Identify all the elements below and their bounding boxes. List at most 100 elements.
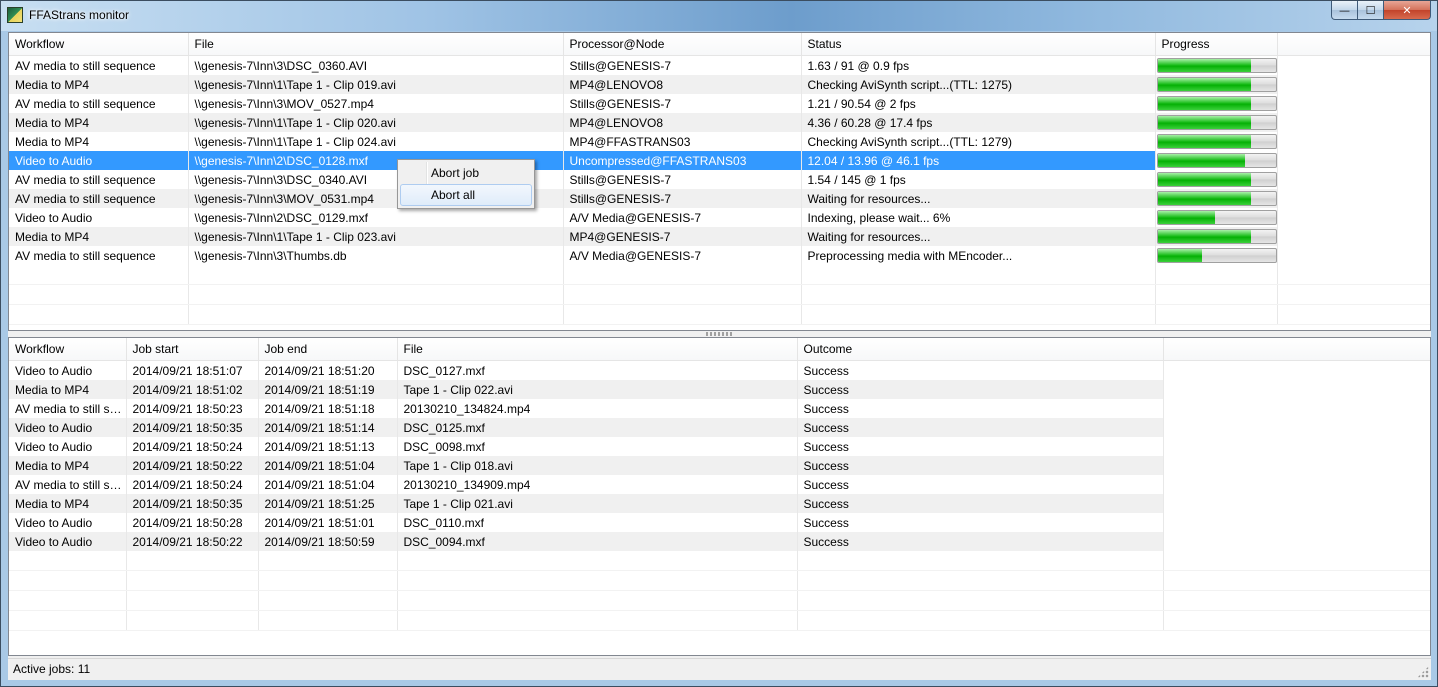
empty-cell	[258, 551, 398, 571]
title-bar[interactable]: FFAStrans monitor — ☐ ✕	[1, 1, 1437, 31]
menu-item-abort-all[interactable]: Abort all	[400, 184, 532, 206]
outcome-cell: Success	[797, 437, 1164, 456]
job-start-cell: 2014/09/21 18:50:22	[126, 456, 259, 475]
job-row[interactable]: AV media to still sequence \\genesis-7\In…	[9, 55, 1430, 75]
history-row[interactable]: AV media to still se... 2014/09/21 18:50:…	[9, 399, 1430, 418]
empty-cell	[801, 265, 1156, 285]
caption-buttons: — ☐ ✕	[1331, 1, 1431, 20]
progress-fill	[1157, 59, 1251, 72]
status-cell: 1.21 / 90.54 @ 2 fps	[801, 94, 1156, 113]
workflow-cell: Media to MP4	[9, 380, 127, 399]
history-row[interactable]: AV media to still se... 2014/09/21 18:50:…	[9, 475, 1430, 494]
active-jobs-body: AV media to still sequence \\genesis-7\In…	[9, 55, 1430, 325]
progress-cell	[1155, 170, 1278, 189]
job-row[interactable]: Media to MP4 \\genesis-7\Inn\1\Tape 1 - C…	[9, 132, 1430, 151]
history-row[interactable]: Media to MP4 2014/09/21 18:51:02 2014/09/2…	[9, 380, 1430, 399]
column-header-file[interactable]: File	[397, 338, 798, 361]
empty-cell	[1163, 570, 1430, 591]
row-filler	[1277, 132, 1430, 151]
workflow-cell: Media to MP4	[9, 456, 127, 475]
processor-cell: Uncompressed@FFASTRANS03	[563, 151, 802, 170]
processor-cell: A/V Media@GENESIS-7	[563, 208, 802, 227]
row-filler	[1277, 113, 1430, 132]
empty-cell	[9, 590, 127, 611]
file-cell: DSC_0094.mxf	[397, 532, 798, 551]
file-cell: \\genesis-7\Inn\1\Tape 1 - Clip 019.avi	[188, 75, 564, 94]
file-cell: Tape 1 - Clip 018.avi	[397, 456, 798, 475]
empty-cell	[188, 304, 564, 325]
workflow-cell: AV media to still sequence	[9, 55, 189, 75]
ffastrans-app-icon[interactable]	[7, 7, 23, 23]
job-row[interactable]: AV media to still sequence \\genesis-7\In…	[9, 170, 1430, 189]
progress-fill	[1157, 173, 1251, 186]
row-filler	[1163, 399, 1430, 418]
progress-fill	[1157, 116, 1251, 129]
row-filler	[1163, 418, 1430, 437]
job-end-cell: 2014/09/21 18:51:19	[258, 380, 398, 399]
progress-cell	[1155, 189, 1278, 208]
job-end-cell: 2014/09/21 18:51:20	[258, 360, 398, 380]
column-header-filler	[1163, 338, 1430, 361]
column-header-workflow[interactable]: Workflow	[9, 338, 127, 361]
empty-cell	[9, 610, 127, 631]
progress-fill	[1157, 135, 1251, 148]
column-header-progress[interactable]: Progress	[1155, 33, 1278, 56]
job-row[interactable]: AV media to still sequence \\genesis-7\In…	[9, 94, 1430, 113]
close-button[interactable]: ✕	[1384, 1, 1431, 20]
column-header-file[interactable]: File	[188, 33, 564, 56]
active-jobs-list[interactable]: Workflow File Processor@Node Status Prog…	[8, 32, 1431, 331]
row-filler	[1277, 189, 1430, 208]
column-header-job-start[interactable]: Job start	[126, 338, 259, 361]
workflow-cell: Video to Audio	[9, 151, 189, 170]
job-start-cell: 2014/09/21 18:50:28	[126, 513, 259, 532]
progress-fill	[1157, 192, 1251, 205]
resize-grip-icon[interactable]	[1417, 666, 1429, 678]
history-row[interactable]: Media to MP4 2014/09/21 18:50:22 2014/09/2…	[9, 456, 1430, 475]
progress-fill	[1157, 78, 1251, 91]
job-row[interactable]: AV media to still sequence \\genesis-7\In…	[9, 189, 1430, 208]
history-row[interactable]: Video to Audio 2014/09/21 18:50:24 2014/09…	[9, 437, 1430, 456]
minimize-button[interactable]: —	[1331, 1, 1358, 20]
job-row[interactable]: Media to MP4 \\genesis-7\Inn\1\Tape 1 - C…	[9, 227, 1430, 246]
column-header-workflow[interactable]: Workflow	[9, 33, 189, 56]
progress-cell	[1155, 132, 1278, 151]
menu-item-abort-job[interactable]: Abort job	[400, 162, 532, 184]
job-start-cell: 2014/09/21 18:50:24	[126, 437, 259, 456]
history-row[interactable]: Media to MP4 2014/09/21 18:50:35 2014/09/2…	[9, 494, 1430, 513]
status-cell: Preprocessing media with MEncoder...	[801, 246, 1156, 265]
job-start-cell: 2014/09/21 18:50:23	[126, 399, 259, 418]
job-row[interactable]: AV media to still sequence \\genesis-7\In…	[9, 246, 1430, 265]
status-cell: 12.04 / 13.96 @ 46.1 fps	[801, 151, 1156, 170]
job-row[interactable]: Media to MP4 \\genesis-7\Inn\1\Tape 1 - C…	[9, 75, 1430, 94]
processor-cell: MP4@LENOVO8	[563, 113, 802, 132]
workflow-cell: Media to MP4	[9, 132, 189, 151]
maximize-button[interactable]: ☐	[1358, 1, 1384, 20]
column-header-outcome[interactable]: Outcome	[797, 338, 1164, 361]
empty-cell	[1163, 551, 1430, 571]
splitter-grip[interactable]	[706, 332, 734, 336]
progress-cell	[1155, 246, 1278, 265]
column-header-job-end[interactable]: Job end	[258, 338, 398, 361]
processor-cell: A/V Media@GENESIS-7	[563, 246, 802, 265]
progress-bar	[1156, 134, 1276, 149]
outcome-cell: Success	[797, 513, 1164, 532]
active-jobs-count: Active jobs: 11	[13, 662, 91, 676]
history-row[interactable]: Video to Audio 2014/09/21 18:50:35 2014/09…	[9, 418, 1430, 437]
job-history-list[interactable]: Workflow Job start Job end File Outcome …	[8, 337, 1431, 656]
row-filler	[1277, 75, 1430, 94]
job-row[interactable]: Media to MP4 \\genesis-7\Inn\1\Tape 1 - C…	[9, 113, 1430, 132]
workflow-cell: Media to MP4	[9, 494, 127, 513]
progress-cell	[1155, 151, 1278, 170]
status-cell: 1.63 / 91 @ 0.9 fps	[801, 55, 1156, 75]
job-row[interactable]: Video to Audio \\genesis-7\Inn\2\DSC_0128…	[9, 151, 1430, 170]
progress-bar	[1156, 58, 1276, 73]
progress-fill	[1157, 154, 1245, 167]
history-row[interactable]: Video to Audio 2014/09/21 18:50:28 2014/09…	[9, 513, 1430, 532]
history-row[interactable]: Video to Audio 2014/09/21 18:51:07 2014/09…	[9, 360, 1430, 380]
job-row[interactable]: Video to Audio \\genesis-7\Inn\2\DSC_0129…	[9, 208, 1430, 227]
history-row[interactable]: Video to Audio 2014/09/21 18:50:22 2014/09…	[9, 532, 1430, 551]
empty-cell	[1277, 304, 1430, 325]
column-header-processor[interactable]: Processor@Node	[563, 33, 802, 56]
column-header-status[interactable]: Status	[801, 33, 1156, 56]
processor-cell: Stills@GENESIS-7	[563, 189, 802, 208]
